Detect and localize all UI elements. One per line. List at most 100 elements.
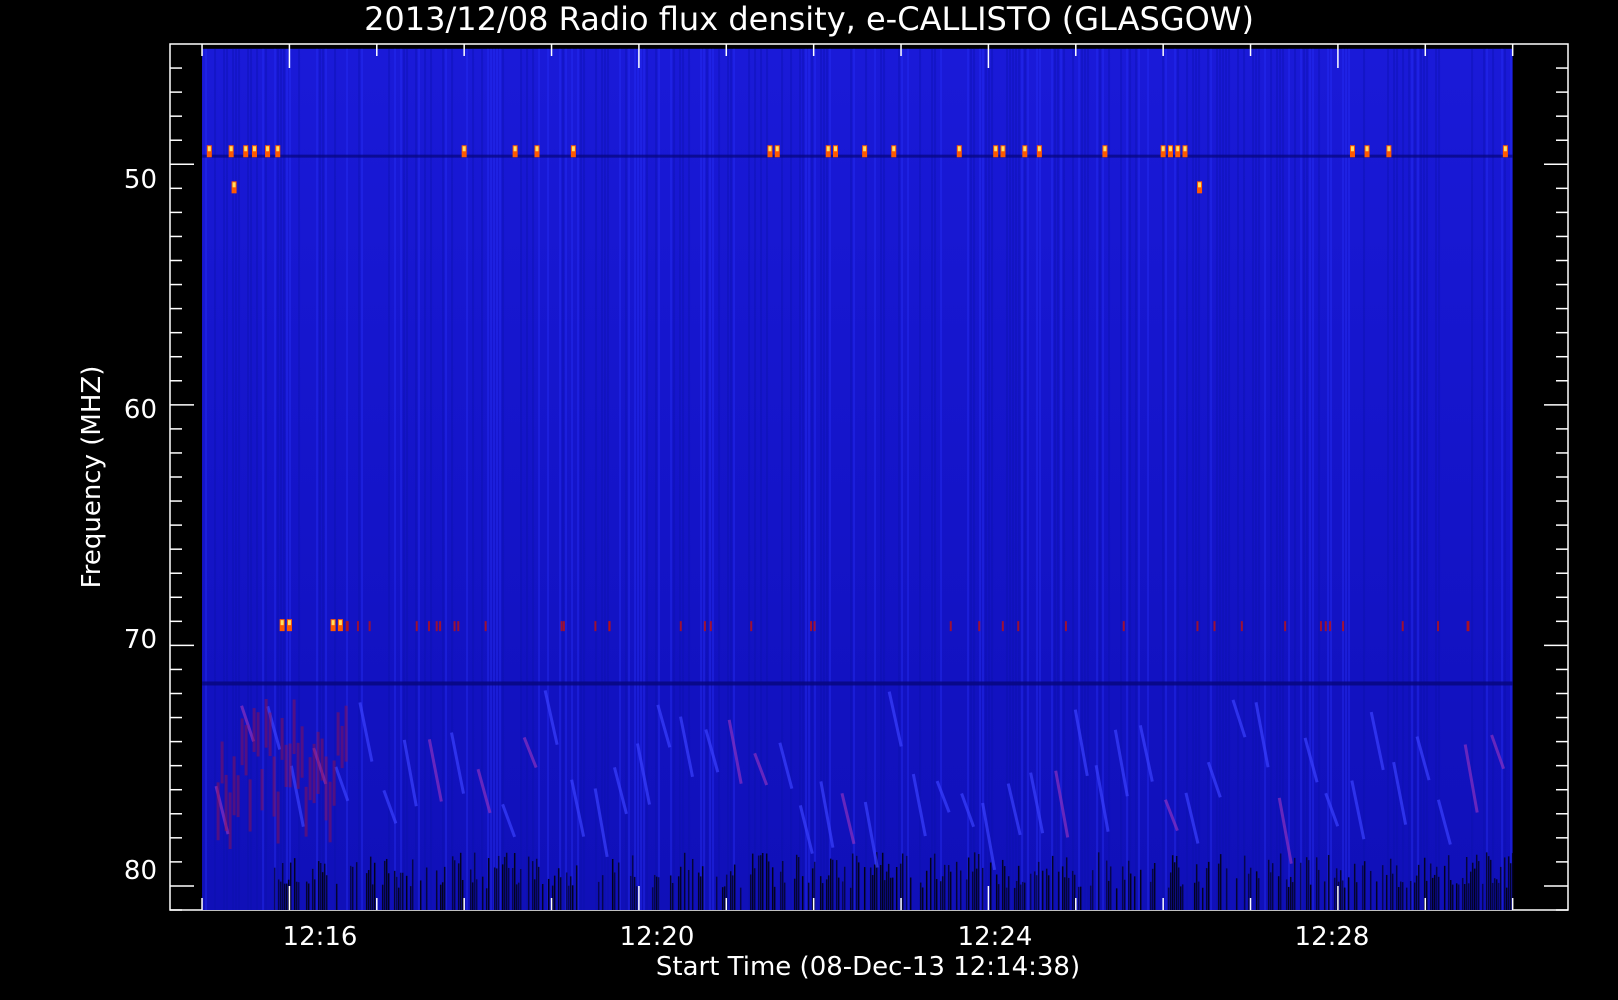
low-freq-noise-mark: [699, 876, 702, 910]
low-freq-noise-mark: [1051, 855, 1054, 910]
interference-spike-core: [768, 146, 772, 152]
low-freq-noise-mark: [319, 862, 322, 910]
spectrogram-texture-streak: [1420, 48, 1423, 911]
low-freq-noise-mark: [995, 874, 998, 910]
low-freq-noise-mark: [1121, 866, 1124, 910]
spectrogram-texture-streak: [706, 48, 709, 911]
y-tick-label-80: 80: [124, 856, 157, 886]
spectrogram-texture-streak: [829, 48, 832, 911]
interference-spike-core: [1168, 146, 1172, 152]
spectrogram-texture-streak: [1312, 48, 1315, 911]
spectrogram-texture-streak: [607, 48, 610, 911]
low-freq-noise-mark: [1465, 857, 1468, 910]
low-freq-noise-mark: [1115, 888, 1118, 910]
low-freq-noise-mark: [443, 866, 446, 910]
spectrogram-texture-streak: [1276, 48, 1279, 911]
low-freq-noise-mark: [1047, 875, 1050, 910]
low-freq-noise-mark: [1399, 881, 1402, 910]
low-freq-noise-mark: [1355, 882, 1358, 910]
spectrogram-texture-streak: [1303, 48, 1306, 911]
dark-band-71mhz: [202, 681, 1513, 686]
low-freq-noise-mark: [967, 857, 970, 910]
low-freq-noise-mark: [989, 862, 992, 910]
low-freq-noise-mark: [501, 864, 504, 910]
spectrogram-texture-streak: [430, 48, 433, 911]
faint-speck-69mhz: [457, 621, 460, 632]
spectrogram-texture-streak: [670, 48, 673, 911]
low-freq-noise-mark: [1005, 887, 1008, 910]
spectrogram-texture-streak: [1252, 48, 1255, 911]
low-freq-noise-mark: [461, 879, 464, 910]
spectrogram-texture-streak: [1243, 48, 1246, 911]
spectrogram-texture-streak: [580, 48, 583, 911]
low-freq-noise-mark: [411, 859, 414, 910]
interference-spike-core: [863, 146, 867, 152]
low-freq-noise-mark: [761, 853, 764, 910]
low-freq-noise-mark: [1197, 881, 1200, 910]
spectrogram-texture-streak: [1195, 48, 1198, 911]
spectrogram-texture-streak: [1087, 48, 1090, 911]
spectrogram-texture-streak: [688, 48, 691, 911]
spectrogram-texture-streak: [730, 48, 733, 911]
low-freq-noise-mark: [1177, 867, 1180, 910]
low-freq-noise-mark: [367, 870, 370, 910]
interference-spike-core: [280, 620, 284, 626]
spectrogram-texture-streak: [1216, 48, 1219, 911]
spectrogram-texture-streak: [760, 48, 763, 911]
low-freq-noise-mark: [1385, 874, 1388, 910]
low-freq-noise-mark: [1333, 877, 1336, 910]
low-freq-noise-mark: [855, 855, 858, 910]
low-freq-noise-mark: [1247, 873, 1250, 910]
low-freq-noise-mark: [941, 876, 944, 910]
low-freq-noise-mark: [1035, 875, 1038, 910]
spectrogram-texture-streak: [1060, 48, 1063, 911]
low-freq-noise-mark: [547, 878, 550, 910]
low-freq-noise-mark: [1417, 864, 1420, 910]
spectrogram-texture-streak: [1006, 48, 1009, 911]
spectrogram-texture-streak: [967, 48, 970, 911]
interference-spike-core: [462, 146, 466, 152]
spectrogram-texture-streak: [1483, 48, 1486, 911]
interference-spike-core: [338, 620, 342, 626]
spectrogram-texture-streak: [1387, 48, 1390, 911]
low-freq-noise-mark: [1205, 868, 1208, 910]
low-freq-noise-mark: [1363, 861, 1366, 910]
spectrogram-texture-streak: [1264, 48, 1267, 911]
enhanced-emission-mark: [328, 781, 332, 843]
interference-spike-core: [1198, 182, 1202, 188]
low-freq-noise-mark: [1437, 876, 1440, 910]
faint-speck-69mhz: [484, 621, 487, 632]
low-freq-noise-mark: [1243, 855, 1246, 910]
low-freq-noise-mark: [871, 874, 874, 910]
low-freq-noise-mark: [757, 855, 760, 910]
interference-spike-core: [331, 620, 335, 626]
low-freq-noise-mark: [371, 884, 374, 910]
low-freq-noise-mark: [1425, 880, 1428, 910]
low-freq-noise-mark: [981, 867, 984, 910]
low-freq-noise-mark: [697, 872, 700, 910]
x-tick-label-1220: 12:20: [620, 922, 695, 952]
spectrogram-texture-streak: [1501, 48, 1504, 911]
low-freq-noise-mark: [1173, 862, 1176, 910]
enhanced-emission-mark: [256, 712, 260, 757]
spectrogram-texture-streak: [934, 48, 937, 911]
low-freq-noise-mark: [829, 858, 832, 910]
spectrogram-texture-streak: [811, 48, 814, 911]
interference-spike-core: [834, 146, 838, 152]
low-freq-noise-mark: [281, 863, 284, 910]
low-freq-noise-mark: [881, 852, 884, 910]
enhanced-emission-mark: [340, 725, 344, 769]
low-freq-noise-mark: [683, 852, 686, 910]
low-freq-noise-mark: [1193, 882, 1196, 910]
low-freq-noise-mark: [1267, 859, 1270, 910]
low-freq-noise-mark: [293, 858, 296, 910]
faint-speck-69mhz: [1401, 621, 1404, 632]
low-freq-noise-mark: [1395, 865, 1398, 910]
low-freq-noise-mark: [869, 867, 872, 910]
low-freq-noise-mark: [1317, 869, 1320, 910]
interference-spike-core: [252, 146, 256, 152]
low-freq-noise-mark: [939, 881, 942, 910]
spectrogram-texture-streak: [655, 48, 658, 911]
faint-speck-69mhz: [810, 621, 813, 632]
spectrogram-texture-streak: [991, 48, 994, 911]
